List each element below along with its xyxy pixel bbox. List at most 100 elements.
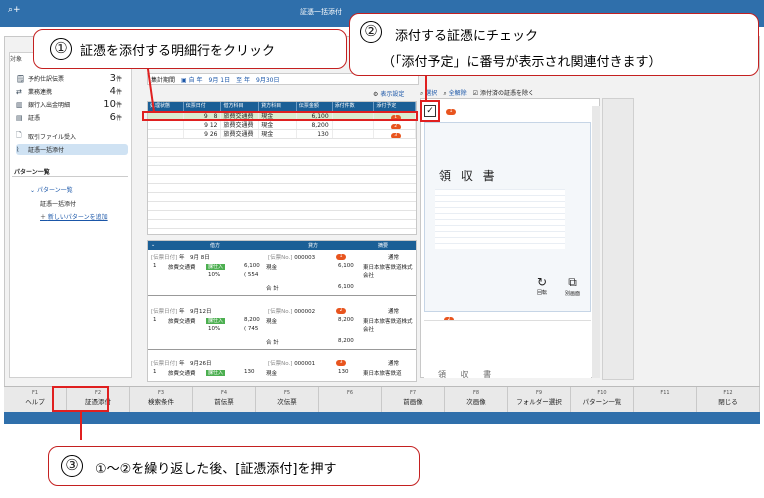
entry-type: 通常	[388, 361, 400, 367]
collapse-icon[interactable]: ⌄	[151, 242, 155, 248]
attach-plan-badge: 2	[336, 308, 346, 314]
highlight-f2	[52, 386, 109, 412]
pattern-group-toggle[interactable]: ⌄ パターン一覧	[30, 185, 73, 194]
debit-account: 旅費交通費	[168, 319, 196, 325]
sidebar-item-integration[interactable]: ⇄ 業務連携 4件	[16, 86, 128, 97]
table-row[interactable]	[148, 157, 416, 166]
sidebar-header: 対象	[10, 56, 23, 63]
table-row[interactable]	[148, 139, 416, 148]
select-link[interactable]: ⌕ 選択	[420, 88, 437, 98]
window-title: 証憑一括添付	[300, 8, 342, 16]
table-row[interactable]	[148, 220, 416, 229]
sidebar-item-bank[interactable]: ▥ 銀行入出金明細 10件	[16, 99, 128, 110]
col-amount[interactable]: 伝票金額	[297, 102, 333, 111]
entry-no: [伝票No.] 000001	[268, 361, 316, 367]
f5-next-voucher-button[interactable]: F5 次伝票	[256, 387, 319, 412]
f4-prev-voucher-button[interactable]: F4 前伝票	[193, 387, 256, 412]
separate-window-button[interactable]: ⧉ 別画面	[565, 275, 580, 297]
entry-date: [伝票日付] 年 9月12日	[151, 309, 212, 315]
tax-tag: 課仕入	[206, 318, 226, 324]
tax-amount: ( 745	[244, 326, 259, 332]
grid-header: 処理状態 伝票日付 借方科目 貸方科目 伝票金額 添付件数 添付予定	[148, 102, 416, 111]
tax-rate: 10%	[208, 272, 221, 278]
f9-folder-button[interactable]: F9 フォルダー選択	[508, 387, 571, 412]
receipt-title: 領 収 書	[438, 370, 498, 379]
exclude-attached-checkbox[interactable]: ☑ 添付済の証憑を除く	[473, 88, 534, 98]
f3-search-button[interactable]: F3 検索条件	[130, 387, 193, 412]
f12-close-button[interactable]: F12 閉じる	[697, 387, 760, 412]
debit-amount: 8,200	[244, 317, 260, 323]
table-row[interactable]	[148, 175, 416, 184]
debit-amount: 6,100	[244, 263, 260, 269]
status-bar	[4, 412, 760, 424]
callout-1: ① 証憑を添付する明細行をクリック	[33, 29, 347, 69]
search-help-icon[interactable]: ⌕+	[8, 5, 21, 15]
col-credit[interactable]: 貸方科目	[259, 102, 297, 111]
credit-account: 現金	[266, 265, 278, 271]
debit-amount: 130	[244, 369, 255, 375]
f10-pattern-button[interactable]: F10 パターン一覧	[571, 387, 634, 412]
attach-plan-badge: 3	[390, 133, 401, 138]
table-row[interactable]	[148, 148, 416, 157]
credit-account: 現金	[266, 371, 278, 377]
f11-button[interactable]: F11	[634, 387, 697, 412]
col-attach-count[interactable]: 添付件数	[333, 102, 375, 111]
col-attach-plan[interactable]: 添付予定	[374, 102, 416, 111]
tax-amount: ( 554	[244, 272, 259, 278]
entry-date: [伝票日付] 年 9月 8日	[151, 255, 210, 261]
callout-3: ③ ①～②を繰り返した後、[証憑添付]を押す	[48, 446, 420, 486]
rotate-icon: ↻	[537, 275, 548, 289]
table-row[interactable]: 9 12 旅費交通費 現金 8,200 2	[148, 121, 416, 130]
entry-no: [伝票No.] 000002	[268, 309, 316, 315]
f8-next-image-button[interactable]: F8 次画像	[445, 387, 508, 412]
total-label: 合 計	[266, 340, 279, 346]
sidebar-item-label: 証憑一括添付	[28, 147, 65, 154]
detail-header: ⌄ 借方 貸方 摘要	[148, 241, 416, 250]
table-row[interactable]	[148, 166, 416, 175]
sidebar-item-label: 銀行入出金明細	[28, 102, 71, 109]
sidebar-item-reserved[interactable]: 🗒 予約仕訳伝票 3件	[16, 73, 128, 84]
highlight-checkbox	[420, 100, 440, 122]
sidebar-item-bulk-attach[interactable]: ⌇ 証憑一括添付	[16, 144, 128, 155]
table-row[interactable]	[148, 193, 416, 202]
credit-amount: 130	[338, 369, 349, 375]
sidebar-item-voucher[interactable]: ▤ 証憑 6件	[16, 112, 128, 123]
receipt-preview-2[interactable]: 領 収 書	[424, 320, 591, 379]
sidebar-item-file-import[interactable]: 🗋 取引ファイル受入	[16, 131, 128, 142]
period-label: 集計期間	[151, 76, 176, 84]
add-pattern-link[interactable]: ＋ 新しいパターンを追加	[40, 212, 108, 221]
side-tools	[602, 98, 634, 380]
receipt-title: 領 収 書	[439, 169, 498, 183]
debit-account: 旅費交通費	[168, 265, 196, 271]
pattern-header: パターン一覧	[14, 169, 50, 176]
document-icon: ▤	[16, 113, 23, 122]
period-to[interactable]: 至 年 9月30日	[236, 75, 279, 84]
paperclip-icon: ⌇	[16, 145, 20, 154]
receipt-preview[interactable]: 領 収 書 ↻ 回転 ⧉ 別画面	[424, 122, 591, 312]
pattern-item[interactable]: 証憑一括添付	[40, 199, 76, 208]
deselect-all-link[interactable]: ⌕ 全解除	[443, 88, 466, 98]
highlight-row	[142, 111, 418, 121]
table-row[interactable]: 9 26 旅費交通費 現金 130 3	[148, 130, 416, 139]
sidebar-item-label: 取引ファイル受入	[28, 134, 77, 141]
sidebar-item-label: 予約仕訳伝票	[28, 76, 65, 83]
function-key-bar: F1 ヘルプ F2 証憑添付 F3 検索条件 F4 前伝票 F5 次伝票 F6 F7 前画像…	[4, 386, 760, 412]
col-debit[interactable]: 借方科目	[221, 102, 260, 111]
sidebar-item-label: 業務連携	[28, 89, 53, 96]
table-row[interactable]	[148, 184, 416, 193]
table-row[interactable]	[148, 202, 416, 211]
divider	[12, 176, 128, 177]
voucher-grid: 処理状態 伝票日付 借方科目 貸方科目 伝票金額 添付件数 添付予定 9 8 旅…	[147, 101, 417, 235]
callout-text: 添付する証憑にチェック	[395, 29, 539, 44]
scrollbar[interactable]	[592, 106, 600, 378]
sidebar-item-label: 証憑	[28, 115, 41, 122]
col-date[interactable]: 伝票日付	[184, 102, 222, 111]
rotate-button[interactable]: ↻ 回転	[537, 275, 547, 296]
callout-pointer-3	[80, 412, 82, 440]
table-row[interactable]	[148, 211, 416, 220]
callout-text: 証憑を添付する明細行をクリック	[80, 44, 276, 59]
f6-button[interactable]: F6	[319, 387, 382, 412]
period-from[interactable]: ▣ 自 年 9月 1日	[181, 75, 230, 84]
display-settings-link[interactable]: ⚙ 表示設定	[373, 89, 404, 98]
f7-prev-image-button[interactable]: F7 前画像	[382, 387, 445, 412]
